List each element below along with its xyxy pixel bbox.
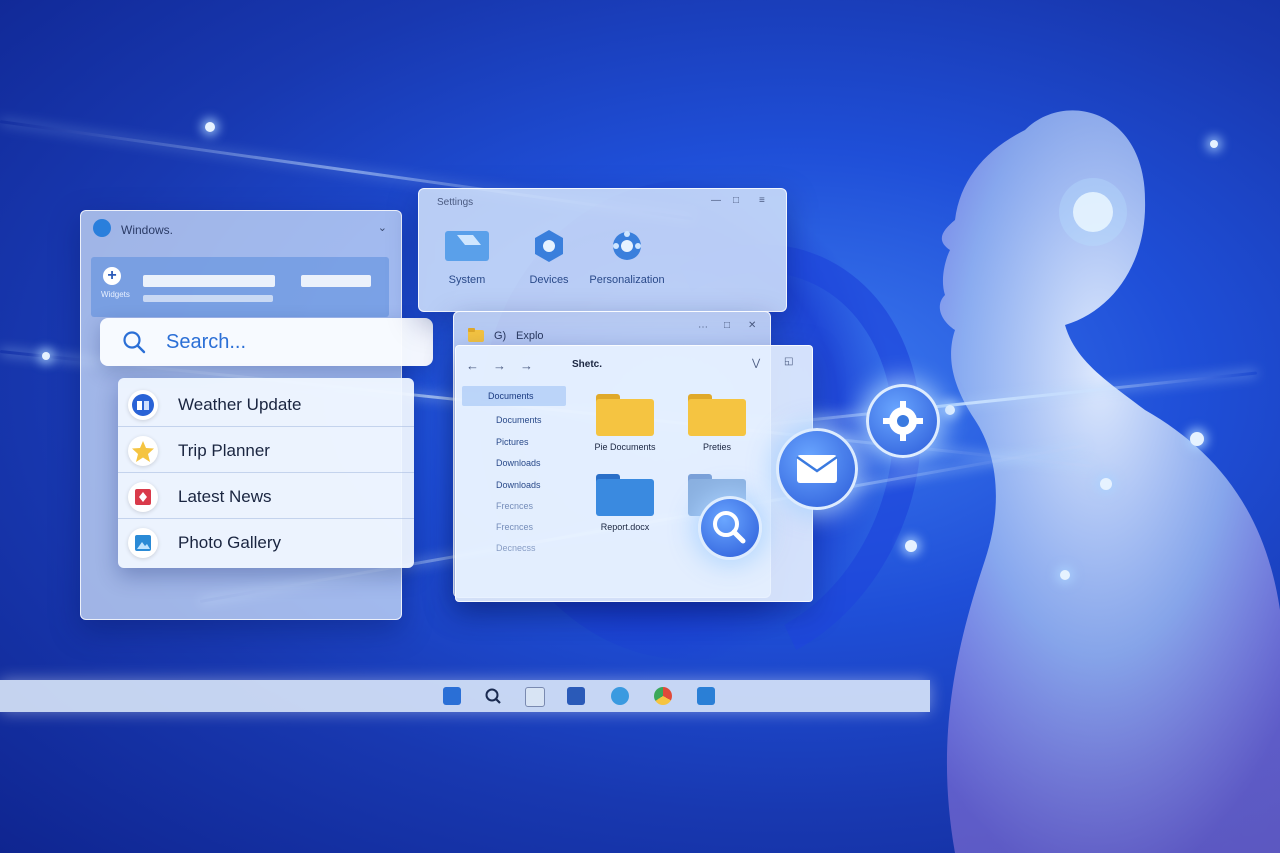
- address-bar[interactable]: Shetc.: [572, 359, 602, 370]
- light-particle: [905, 540, 917, 552]
- filter-icon[interactable]: ⋁: [752, 358, 760, 369]
- news-icon: [128, 482, 158, 512]
- file-explorer-icon[interactable]: [567, 687, 585, 705]
- widgets-label: Widgets: [101, 290, 130, 299]
- list-item-label: Latest News: [178, 487, 272, 506]
- settings-item-label: System: [448, 274, 486, 286]
- view-toggle-icon[interactable]: ◱: [784, 356, 793, 367]
- more-options-icon[interactable]: ⋯: [698, 322, 708, 333]
- folder-icon: [596, 399, 654, 436]
- widget-bar: [143, 295, 273, 302]
- windows-logo-icon: [93, 219, 111, 237]
- sidebar-item-label[interactable]: Frecnces: [496, 501, 533, 511]
- settings-title: Settings: [437, 197, 474, 208]
- floating-mail-bubble[interactable]: [776, 428, 858, 510]
- list-item[interactable]: Trip Planner: [118, 428, 414, 473]
- settings-item-devices[interactable]: Devices: [509, 229, 589, 286]
- floating-gear-bubble[interactable]: [866, 384, 940, 458]
- file-label: Report.docx: [600, 522, 650, 532]
- file-label: Preties: [702, 442, 731, 452]
- search-results-list: Weather Update Trip Planner Latest News …: [118, 378, 414, 568]
- weather-icon: [128, 390, 158, 420]
- sidebar-item-label[interactable]: Frecnces: [496, 522, 533, 532]
- light-particle: [1060, 570, 1070, 580]
- settings-item-system[interactable]: System: [427, 229, 507, 286]
- chevron-down-icon[interactable]: ⌄: [378, 221, 387, 234]
- devices-icon: [535, 230, 563, 262]
- folder-icon: [468, 328, 484, 342]
- explorer-title-prefix: G): [494, 330, 507, 342]
- list-item-label: Weather Update: [178, 395, 302, 414]
- sidebar-item-label[interactable]: Pictures: [496, 437, 529, 447]
- ai-figure-illustration: [939, 110, 1280, 853]
- list-item[interactable]: Latest News: [118, 474, 414, 519]
- light-particle: [1210, 140, 1218, 148]
- folder-item[interactable]: [688, 394, 746, 436]
- gear-icon: [883, 401, 923, 441]
- light-particle: [42, 352, 50, 360]
- settings-item-label: Devices: [529, 274, 569, 286]
- close-icon[interactable]: ✕: [748, 320, 756, 331]
- personalization-icon: [613, 231, 641, 260]
- folder-item[interactable]: [596, 394, 654, 436]
- edge-icon[interactable]: [611, 687, 629, 705]
- search-box[interactable]: Search...: [100, 318, 433, 366]
- widget-bar: [143, 275, 275, 287]
- list-item[interactable]: Photo Gallery: [118, 520, 414, 564]
- search-icon[interactable]: [484, 687, 502, 705]
- search-icon: [713, 511, 746, 544]
- widget-bar: [301, 275, 371, 287]
- start-icon[interactable]: [443, 687, 461, 705]
- sidebar-item-label[interactable]: Downloads: [496, 458, 541, 468]
- settings-window: Settings — □ ≡ System Devices Personaliz…: [418, 188, 787, 312]
- navigation-pane: Documents Documents Pictures Downloads D…: [462, 386, 574, 586]
- search-icon: [123, 331, 146, 354]
- light-particle: [1190, 432, 1204, 446]
- minimize-icon[interactable]: —: [711, 195, 721, 206]
- photo-icon: [128, 528, 158, 558]
- sidebar-item-label[interactable]: Documents: [496, 415, 542, 425]
- list-item-label: Trip Planner: [178, 441, 270, 460]
- nav-buttons[interactable]: ←→→: [466, 358, 547, 373]
- widgets-icon[interactable]: [525, 687, 545, 707]
- folder-icon: [596, 479, 654, 516]
- light-particle: [945, 405, 955, 415]
- file-label: Pie Documents: [594, 442, 656, 452]
- light-particle: [1100, 478, 1112, 490]
- maximize-icon[interactable]: □: [724, 320, 730, 331]
- sidebar-item-documents[interactable]: Documents: [462, 386, 566, 406]
- file-explorer-window: ←→→ Shetc. ⋁ ◱ Documents Documents Pictu…: [455, 345, 813, 602]
- store-icon[interactable]: [697, 687, 715, 705]
- list-item-label: Photo Gallery: [178, 533, 281, 552]
- maximize-icon[interactable]: □: [733, 195, 739, 206]
- folder-icon: [688, 399, 746, 436]
- list-item[interactable]: Weather Update: [118, 382, 414, 427]
- menu-icon[interactable]: ≡: [759, 195, 765, 206]
- folder-item[interactable]: [596, 474, 654, 516]
- mail-icon: [796, 455, 838, 483]
- settings-item-personalization[interactable]: Personalization: [587, 229, 667, 286]
- light-particle: [205, 122, 215, 132]
- widgets-area: + Widgets: [91, 257, 389, 317]
- sidebar-item-label: Documents: [488, 391, 534, 401]
- chrome-icon[interactable]: [654, 687, 672, 705]
- add-widget-button[interactable]: +: [103, 267, 121, 285]
- floating-search-bubble[interactable]: [698, 496, 762, 560]
- sidebar-item-label[interactable]: Downloads: [496, 480, 541, 490]
- sidebar-item-label[interactable]: Decnecss: [496, 543, 536, 553]
- windows-panel-title: Windows.: [121, 223, 174, 237]
- search-input[interactable]: Search...: [166, 331, 246, 354]
- taskbar: [0, 680, 930, 712]
- star-icon: [128, 436, 158, 466]
- explorer-title: Explo: [516, 330, 544, 342]
- system-icon: [445, 231, 489, 261]
- settings-item-label: Personalization: [589, 274, 665, 286]
